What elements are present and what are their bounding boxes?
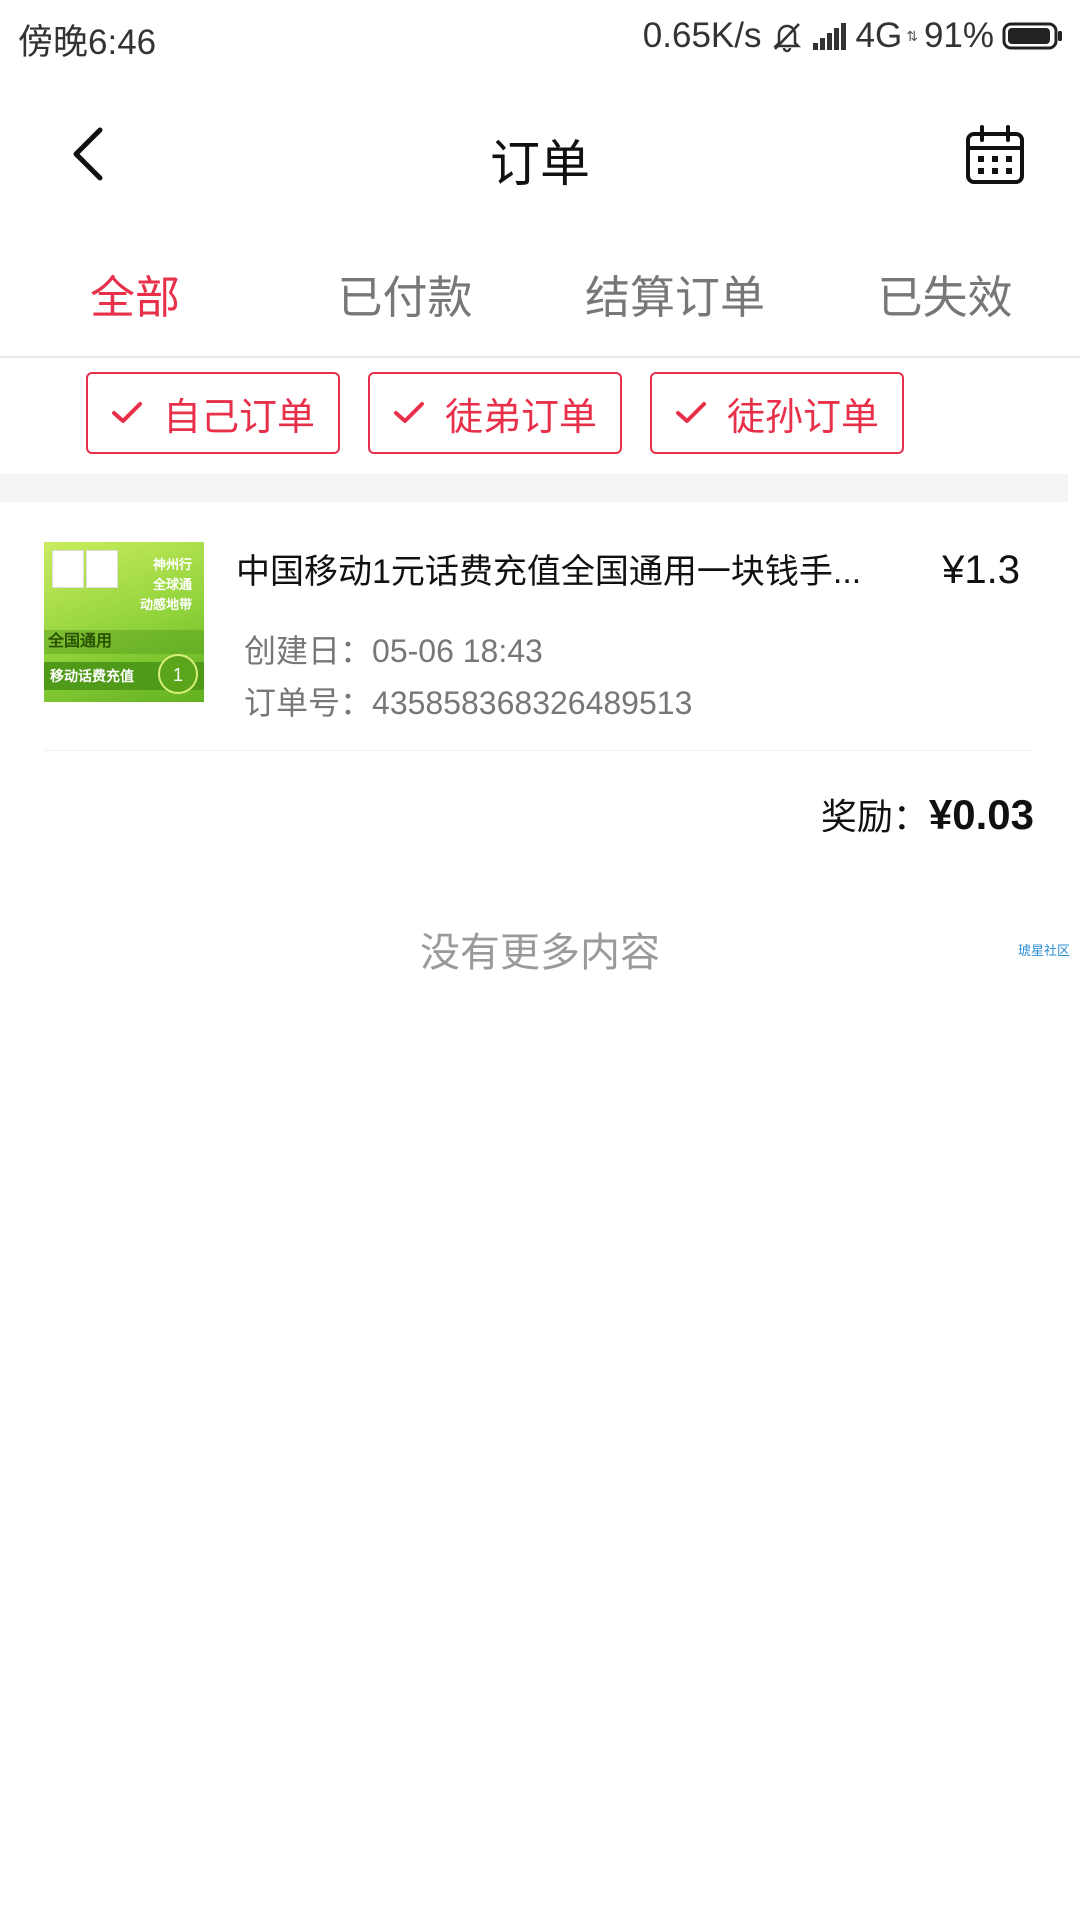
check-icon (675, 401, 707, 425)
china-mobile-logo (86, 550, 118, 588)
product-thumbnail: 神州行 全球通 动感地带 全国通用 移动话费充值 1 (44, 542, 204, 702)
product-title: 中国移动1元话费充值全国通用一块钱手... (236, 553, 862, 591)
filter-label: 徒孙订单 (726, 396, 879, 439)
tab-settled[interactable]: 结算订单 (540, 240, 810, 356)
thumb-text: 全国通用 (44, 630, 204, 654)
calendar-icon (964, 124, 1026, 191)
thumb-badge: 1 (158, 654, 198, 694)
order-number-value: 435858368326489513 (372, 685, 693, 721)
thumb-text: 全球通 (152, 577, 192, 592)
page-title: 订单 (490, 136, 590, 192)
created-value: 05-06 18:43 (372, 633, 543, 669)
status-bar: 傍晚6:46 0.65K/s 4G ⇅ 91% (0, 0, 1080, 74)
filter-label: 自己订单 (162, 396, 315, 439)
app-header: 订单 (0, 74, 1080, 240)
signal-icon (812, 21, 848, 51)
reward-label: 奖励： (820, 796, 929, 837)
reward: 奖励：¥0.03 (821, 788, 1034, 840)
filter-apprentice-orders[interactable]: 徒弟订单 (368, 372, 622, 454)
thumb-text: 动感地带 (139, 597, 192, 612)
order-number: 订单号：435858368326489513 (244, 678, 692, 724)
filter-label: 徒弟订单 (444, 396, 597, 439)
filter-grand-apprentice-orders[interactable]: 徒孙订单 (650, 372, 904, 454)
network-speed: 0.65K/s (642, 16, 762, 55)
tab-all[interactable]: 全部 (0, 240, 270, 356)
bell-muted-icon (770, 19, 804, 53)
tab-expired[interactable]: 已失效 (810, 240, 1080, 356)
network-type: 4G (855, 16, 903, 55)
thumb-text: 神州行 (152, 557, 192, 572)
filter-own-orders[interactable]: 自己订单 (86, 372, 340, 454)
tab-paid[interactable]: 已付款 (270, 240, 540, 356)
data-arrows-icon: ⇅ (906, 27, 918, 44)
calendar-button[interactable] (960, 122, 1030, 192)
card-divider (44, 750, 1034, 751)
check-icon (393, 401, 425, 425)
order-number-label: 订单号： (244, 685, 373, 721)
status-indicators: 0.65K/s 4G ⇅ 91% (643, 14, 1064, 58)
watermark: 琥星社区 (1017, 943, 1070, 958)
reward-value: ¥0.03 (928, 791, 1034, 838)
created-date: 创建日：05-06 18:43 (244, 626, 543, 672)
order-filters: 自己订单 徒弟订单 徒孙订单 (0, 358, 1080, 470)
status-time: 傍晚6:46 (18, 23, 157, 62)
no-more-content: 没有更多内容 (420, 931, 660, 975)
battery-icon (1002, 21, 1064, 51)
check-icon (111, 401, 143, 425)
olympic-logo (52, 550, 84, 588)
section-divider (0, 474, 1068, 502)
product-price: ¥1.3 (942, 548, 1020, 592)
order-card[interactable]: 神州行 全球通 动感地带 全国通用 移动话费充值 1 中国移动1元话费充值全国通… (0, 502, 1080, 862)
created-label: 创建日： (244, 633, 373, 669)
battery-percent: 91% (923, 16, 994, 55)
order-tabs: 全部 已付款 结算订单 已失效 (0, 240, 1080, 358)
